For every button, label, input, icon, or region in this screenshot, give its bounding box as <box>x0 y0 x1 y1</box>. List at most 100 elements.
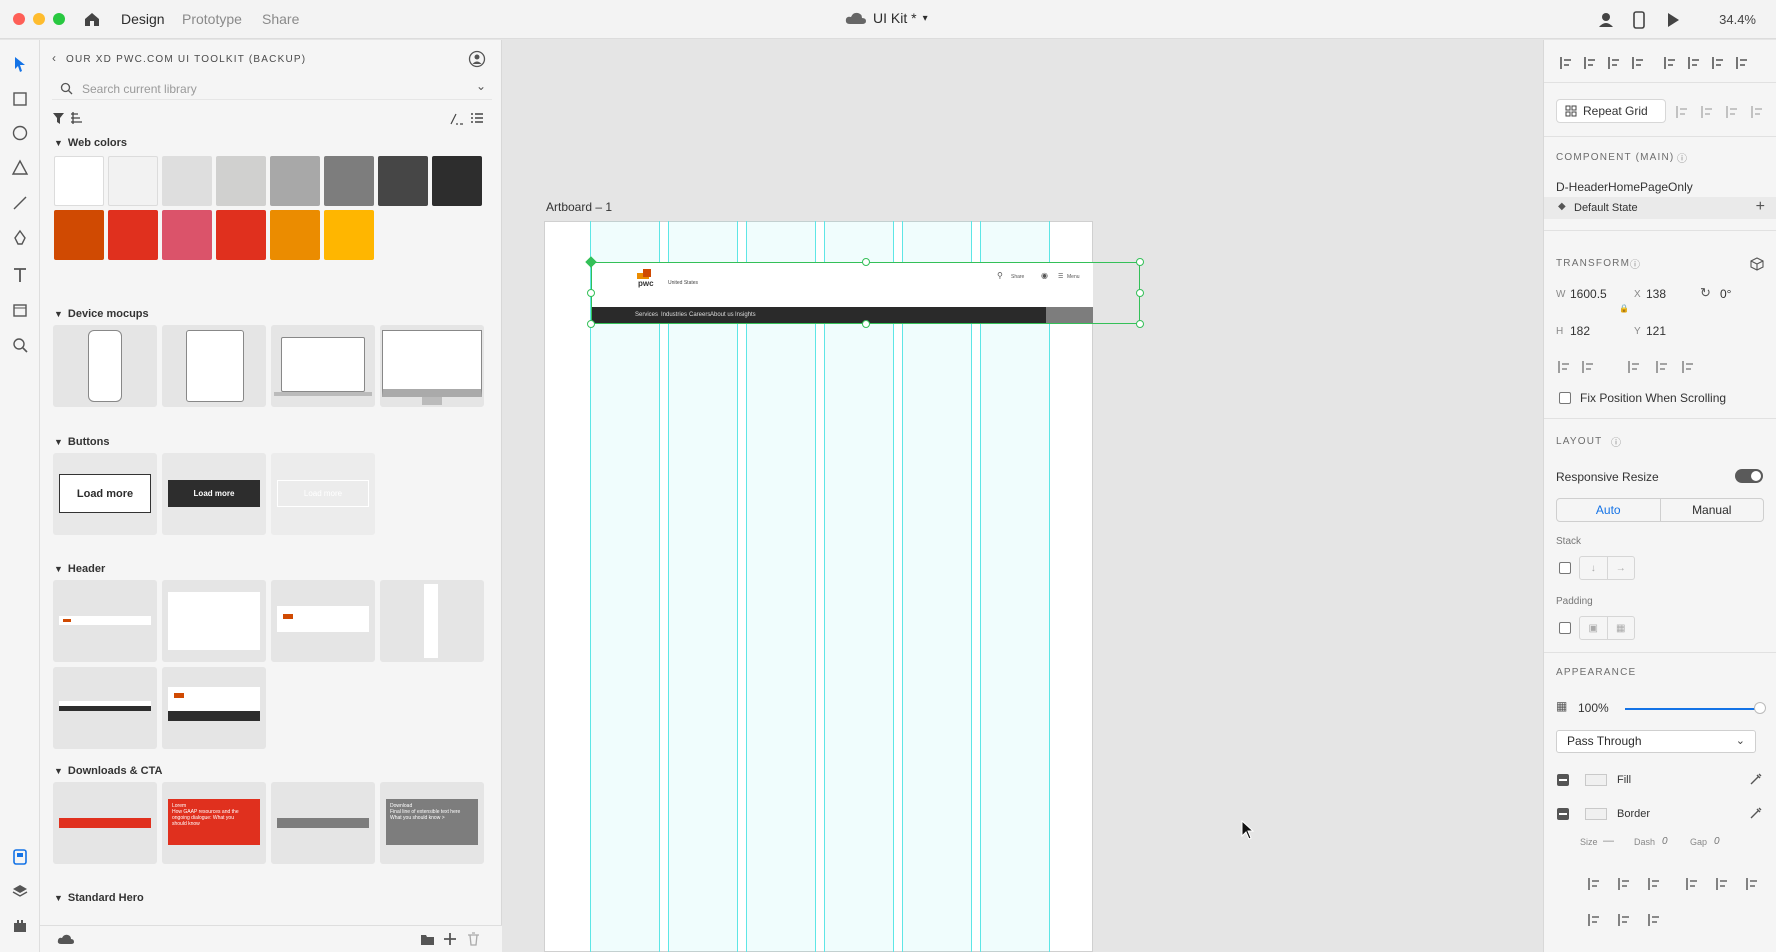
document-title[interactable]: UI Kit * ▾ <box>845 10 928 26</box>
list-view-icon[interactable] <box>470 112 484 125</box>
selection-handle[interactable] <box>587 289 595 297</box>
boolean-exclude-icon[interactable] <box>1749 104 1765 120</box>
cta-thumb-2[interactable]: Lorem How GAAP resources and the ongoing… <box>162 782 266 864</box>
zoom-level[interactable]: 34.4% <box>1719 12 1756 27</box>
zoom-window-button[interactable] <box>53 13 65 25</box>
padding-mode-control[interactable]: ▣ ▦ <box>1579 616 1635 640</box>
color-swatch[interactable] <box>108 210 158 260</box>
border-dash-input[interactable]: 0 <box>1662 836 1668 847</box>
color-swatch[interactable] <box>162 210 212 260</box>
library-share-icon[interactable] <box>468 50 486 68</box>
line-tool-icon[interactable] <box>10 193 30 213</box>
header-thumb-1[interactable] <box>53 580 157 662</box>
add-icon[interactable] <box>443 932 457 946</box>
color-swatch[interactable] <box>108 156 158 206</box>
header-thumb-5[interactable] <box>53 667 157 749</box>
color-swatch[interactable] <box>54 156 104 206</box>
cta-thumb-3[interactable] <box>271 782 375 864</box>
opacity-input[interactable]: 100% <box>1578 701 1609 715</box>
polygon-tool-icon[interactable] <box>10 158 30 178</box>
cap-none-icon[interactable] <box>1684 876 1700 892</box>
share-user-icon[interactable] <box>1597 11 1615 29</box>
align-center-icon[interactable] <box>1686 55 1702 71</box>
manual-button[interactable]: Manual <box>1661 499 1764 521</box>
button-component-disabled[interactable]: Load more <box>271 453 375 535</box>
resize-vertical-icon[interactable] <box>1654 359 1670 375</box>
tab-share[interactable]: Share <box>262 11 299 27</box>
color-swatch[interactable] <box>324 156 374 206</box>
align-left-icon[interactable] <box>1662 55 1678 71</box>
home-icon[interactable] <box>83 10 101 28</box>
artboard-tool-icon[interactable] <box>10 300 30 320</box>
button-component-outline[interactable]: Load more <box>53 453 157 535</box>
auto-button[interactable]: Auto <box>1557 499 1661 521</box>
section-standard-hero[interactable]: ▼ Standard Hero <box>54 892 144 904</box>
header-thumb-2[interactable] <box>162 580 266 662</box>
stroke-center-icon[interactable] <box>1616 876 1632 892</box>
fill-toggle-checkbox[interactable] <box>1557 774 1569 786</box>
color-swatch[interactable] <box>324 210 374 260</box>
section-downloads-cta[interactable]: ▼ Downloads & CTA <box>54 765 162 777</box>
stroke-width-icon[interactable] <box>450 112 464 125</box>
x-input[interactable]: 138 <box>1646 287 1666 301</box>
header-thumb-6[interactable] <box>162 667 266 749</box>
folder-icon[interactable] <box>420 933 435 946</box>
flip-horizontal-icon[interactable] <box>1556 359 1572 375</box>
padding-checkbox[interactable] <box>1559 622 1571 634</box>
trash-icon[interactable] <box>467 932 480 946</box>
width-input[interactable]: 1600.5 <box>1570 287 1607 301</box>
rectangle-tool-icon[interactable] <box>10 89 30 109</box>
border-toggle-checkbox[interactable] <box>1557 808 1569 820</box>
boolean-add-icon[interactable] <box>1674 104 1690 120</box>
opacity-slider-knob[interactable] <box>1754 702 1766 714</box>
stroke-outside-icon[interactable] <box>1646 876 1662 892</box>
lock-aspect-icon[interactable]: 🔒 <box>1619 304 1629 313</box>
color-swatch[interactable] <box>270 156 320 206</box>
align-top-icon[interactable] <box>1558 55 1574 71</box>
component-name[interactable]: D-HeaderHomePageOnly <box>1556 180 1693 194</box>
selection-bounding-box[interactable] <box>591 262 1140 324</box>
section-header[interactable]: ▼ Header <box>54 563 105 575</box>
stack-checkbox[interactable] <box>1559 562 1571 574</box>
state-row[interactable]: ◆ Default State + <box>1544 197 1776 219</box>
height-input[interactable]: 182 <box>1570 324 1590 338</box>
filter-icon[interactable] <box>52 112 65 125</box>
library-search-input[interactable]: Search current library <box>52 78 492 100</box>
color-swatch[interactable] <box>216 210 266 260</box>
align-bottom-icon[interactable] <box>1606 55 1622 71</box>
stack-direction-control[interactable]: ↓ → <box>1579 556 1635 580</box>
tab-design[interactable]: Design <box>121 11 165 27</box>
cap-round-icon[interactable] <box>1714 876 1730 892</box>
selection-handle[interactable] <box>587 320 595 328</box>
flip-vertical-icon[interactable] <box>1580 359 1596 375</box>
play-icon[interactable] <box>1665 11 1681 29</box>
fit-content-icon[interactable] <box>1680 359 1696 375</box>
y-input[interactable]: 121 <box>1646 324 1666 338</box>
stroke-inside-icon[interactable] <box>1586 876 1602 892</box>
color-swatch[interactable] <box>162 156 212 206</box>
color-swatch[interactable] <box>270 210 320 260</box>
align-right-icon[interactable] <box>1710 55 1726 71</box>
cta-thumb-1[interactable] <box>53 782 157 864</box>
selection-handle[interactable] <box>1136 320 1144 328</box>
info-icon[interactable]: ⓘ <box>1677 150 1687 165</box>
text-tool-icon[interactable] <box>10 265 30 285</box>
selection-handle[interactable] <box>862 320 870 328</box>
tab-prototype[interactable]: Prototype <box>182 11 242 27</box>
fix-position-checkbox[interactable] <box>1559 392 1571 404</box>
blend-mode-select[interactable]: Pass Through ⌄ <box>1556 730 1756 753</box>
close-window-button[interactable] <box>13 13 25 25</box>
cap-square-icon[interactable] <box>1744 876 1760 892</box>
cloud-sync-icon[interactable] <box>57 933 75 945</box>
section-device-mocups[interactable]: ▼ Device mocups <box>54 308 149 320</box>
search-dropdown-chevron-icon[interactable]: ⌄ <box>476 79 486 93</box>
join-miter-icon[interactable] <box>1586 912 1602 928</box>
cta-thumb-4[interactable]: Download Final line of extensible text h… <box>380 782 484 864</box>
join-bevel-icon[interactable] <box>1646 912 1662 928</box>
sort-icon[interactable] <box>70 112 86 125</box>
device-preview-icon[interactable] <box>1632 11 1646 29</box>
eyedropper-icon[interactable] <box>1749 772 1763 786</box>
selection-handle[interactable] <box>862 258 870 266</box>
fill-color-swatch[interactable] <box>1585 774 1607 786</box>
section-web-colors[interactable]: ▼ Web colors <box>54 137 127 149</box>
